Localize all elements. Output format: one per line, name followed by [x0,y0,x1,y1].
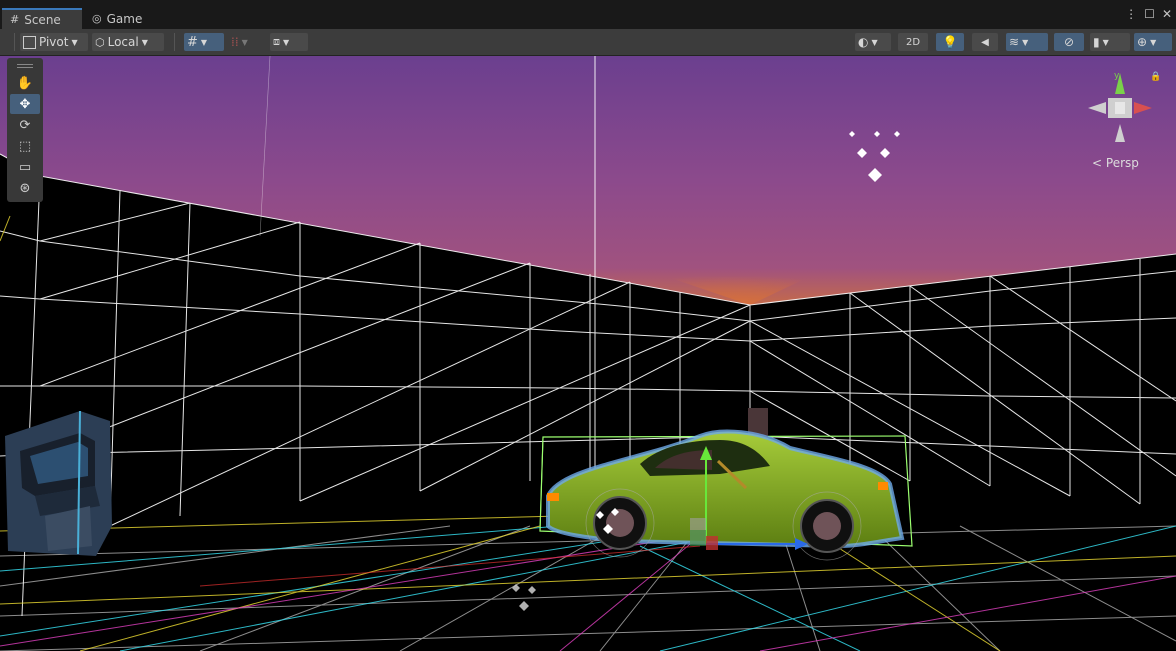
persp-chevron-icon: < [1092,156,1103,170]
rect-icon: ▭ [18,159,32,175]
grid-snap-icon: # [187,34,198,50]
hand-tool[interactable]: ✋ [10,73,40,93]
arcade-machine [5,410,112,556]
toolbar-grip [14,33,15,51]
transform-icon: ⊛ [19,180,31,196]
pivot-dropdown[interactable]: Pivot ▼ [20,33,88,51]
more-options-icon[interactable]: ⋮ [1125,7,1137,21]
scene-grid-icon: # [10,13,20,26]
scene-visibility-toggle[interactable]: ⊘ [1054,33,1084,51]
transform-tool[interactable]: ⊛ [10,178,40,198]
lock-icon[interactable]: 🔒 [1150,72,1161,82]
draw-mode-dropdown[interactable]: ◐ ▼ [855,33,891,51]
scene-toolbar: Pivot ▼ ⬡ Local ▼ # ▼ ⁞⁞ ▼ ⧈ ▼ ◐ ▼ 2D 💡 … [0,29,1176,56]
close-icon[interactable]: ✕ [1162,7,1172,21]
align-dropdown[interactable]: ⧈ ▼ [270,33,308,51]
pivot-label: Pivot [39,35,69,49]
chevron-down-icon: ▼ [1022,37,1029,47]
rotate-icon: ⟳ [19,117,31,133]
scene-viewport[interactable]: y [0,56,1176,651]
camera-icon: ▮ [1093,35,1100,49]
camera-settings-dropdown[interactable]: ▮ ▼ [1090,33,1130,51]
lighting-toggle[interactable]: 💡 [936,33,964,51]
car-headlight [547,493,559,501]
grid-snapping-toggle[interactable]: # ▼ [184,33,224,51]
window-controls: ⋮ ☐ ✕ [1125,7,1172,21]
scale-tool[interactable]: ⬚ [10,136,40,156]
move-arrows-icon: ✥ [19,96,31,112]
game-controller-icon: ◎ [92,12,102,25]
tab-game-label: Game [106,11,143,26]
sports-car [546,429,905,561]
chevron-down-icon: ▼ [1102,37,1109,47]
increment-snap-icon: ⁞⁞ [231,35,239,49]
gizmos-dropdown[interactable]: ⊕ ▼ [1134,33,1172,51]
chevron-down-icon: ▼ [71,37,78,47]
hidden-eye-icon: ⊘ [1063,35,1075,49]
tab-game[interactable]: ◎ Game [84,8,156,29]
toggle-2d-button[interactable]: 2D [898,33,928,51]
increment-snap-toggle[interactable]: ⁞⁞ ▼ [228,33,266,51]
tab-bar: # Scene ◎ Game ⋮ ☐ ✕ [0,0,1176,29]
audio-toggle[interactable]: ◀ [972,33,998,51]
hand-icon: ✋ [16,75,34,91]
lightbulb-icon: 💡 [942,35,958,49]
pivot-icon [23,35,36,49]
effects-icon: ≋ [1009,35,1020,49]
effects-dropdown[interactable]: ≋ ▼ [1006,33,1048,51]
toolbar-separator [174,33,175,51]
chevron-down-icon: ▼ [283,37,290,47]
chevron-down-icon: ▼ [871,37,878,47]
local-dropdown[interactable]: ⬡ Local ▼ [92,33,164,51]
local-label: Local [107,35,139,49]
rotate-tool[interactable]: ⟳ [10,115,40,135]
projection-text: Persp [1105,156,1139,170]
transform-tools-overlay: ✋ ✥ ⟳ ⬚ ▭ ⊛ [7,58,43,202]
svg-text:y: y [1114,71,1120,81]
chevron-down-icon: ▼ [1150,37,1157,47]
projection-label[interactable]: < Persp [1092,156,1139,170]
floor-grid [0,215,1176,651]
chevron-down-icon: ▼ [200,37,208,47]
audio-icon: ◀ [981,36,989,48]
chevron-down-icon: ▼ [141,37,148,47]
move-tool[interactable]: ✥ [10,94,40,114]
maximize-icon[interactable]: ☐ [1144,7,1155,21]
chevron-down-icon: ▼ [241,37,248,47]
align-icon: ⧈ [273,35,280,48]
local-cube-icon: ⬡ [95,35,105,49]
scene-render: y [0,56,1176,651]
scale-icon: ⬚ [18,138,32,154]
gizmos-icon: ⊕ [1137,35,1148,49]
car-taillight [878,482,888,490]
overlay-grip[interactable] [17,64,33,68]
rect-tool[interactable]: ▭ [10,157,40,177]
sky-backdrop [0,56,1176,305]
shading-sphere-icon: ◐ [858,35,869,49]
tab-scene[interactable]: # Scene [2,8,82,29]
toggle-2d-label: 2D [905,36,921,48]
tab-scene-label: Scene [24,12,61,27]
